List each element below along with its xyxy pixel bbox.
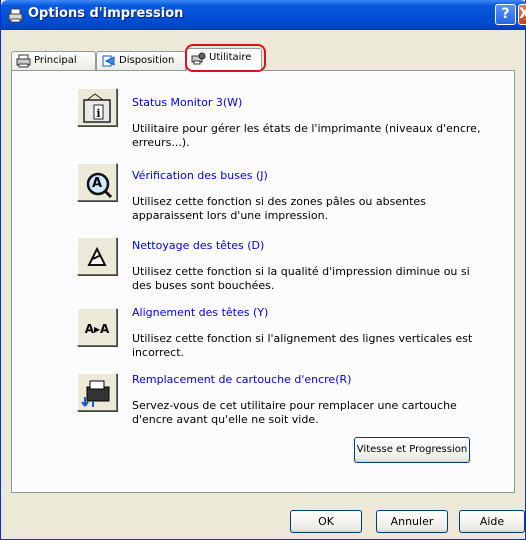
- tab-principal-label: Principal: [34, 55, 77, 66]
- svg-text:A▸A: A▸A: [85, 322, 110, 336]
- cartridge-replacement-description: Servez-vous de cet utilitaire pour rempl…: [132, 399, 457, 426]
- ok-button[interactable]: OK: [290, 510, 362, 533]
- nozzle-check-icon: A: [86, 172, 113, 199]
- head-alignment-title[interactable]: Alignement des têtes (Y): [132, 306, 268, 319]
- tab-disposition[interactable]: Disposition: [96, 51, 186, 71]
- head-cleaning-description: Utilisez cette fonction si la qualité d'…: [132, 265, 470, 292]
- status-monitor-title[interactable]: Status Monitor 3(W): [132, 96, 242, 109]
- help-button[interactable]: Aide: [459, 510, 525, 533]
- cartridge-replacement-icon: [81, 380, 110, 407]
- nozzle-check-title[interactable]: Vérification des buses (J): [132, 169, 268, 182]
- head-alignment-description: Utilisez cette fonction si l'alignement …: [132, 332, 473, 359]
- head-alignment-button[interactable]: A▸A: [77, 308, 117, 346]
- head-cleaning-icon: [87, 246, 107, 266]
- print-options-dialog: Options d'impression ? X Principal Dispo…: [0, 0, 526, 540]
- cancel-button[interactable]: Annuler: [376, 510, 448, 533]
- tab-disposition-label: Disposition: [119, 55, 175, 66]
- printer-icon: [8, 8, 23, 23]
- status-monitor-button[interactable]: i: [77, 88, 117, 126]
- head-cleaning-button[interactable]: [77, 237, 117, 275]
- help-title-button[interactable]: ?: [495, 4, 516, 25]
- head-cleaning-title[interactable]: Nettoyage des têtes (D): [132, 239, 264, 252]
- cartridge-replacement-button[interactable]: [77, 373, 117, 411]
- title-bar[interactable]: Options d'impression ? X: [1, 0, 526, 30]
- status-monitor-icon: i: [83, 93, 111, 123]
- nozzle-check-description: Utilisez cette fonction si des zones pâl…: [132, 195, 426, 222]
- status-monitor-description: Utilitaire pour gérer les états de l'imp…: [132, 122, 481, 149]
- nozzle-check-button[interactable]: A: [77, 163, 117, 201]
- tab-principal[interactable]: Principal: [11, 51, 96, 71]
- highlight-circle: [185, 44, 266, 72]
- cartridge-replacement-title[interactable]: Remplacement de cartouche d'encre(R): [132, 373, 351, 386]
- speed-progress-button[interactable]: Vitesse et Progression: [354, 437, 470, 463]
- head-alignment-icon: A▸A: [85, 322, 110, 336]
- principal-tab-icon: [16, 54, 31, 68]
- svg-text:i: i: [96, 107, 100, 120]
- disposition-tab-icon: [102, 55, 115, 67]
- close-title-button[interactable]: X: [518, 4, 526, 25]
- svg-text:A: A: [92, 176, 102, 191]
- window-title: Options d'impression: [28, 6, 184, 21]
